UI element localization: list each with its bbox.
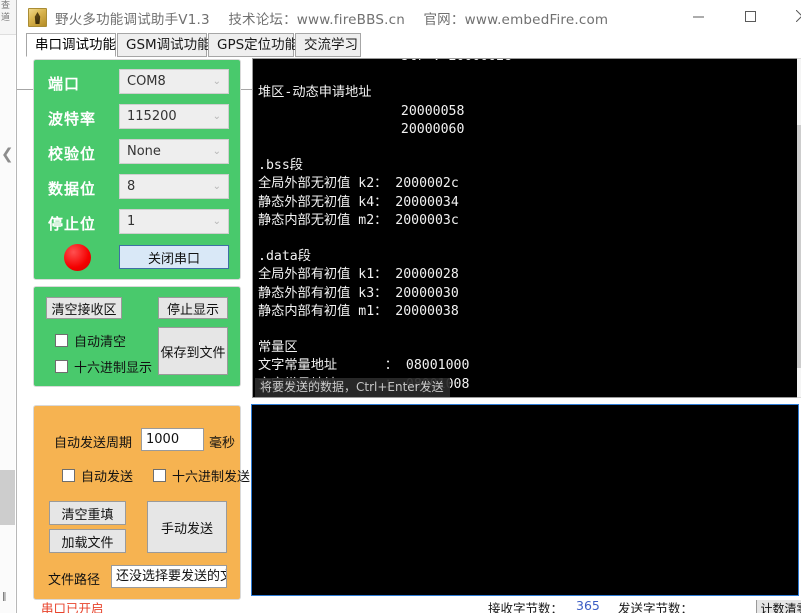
receive-scrollbar-thumb[interactable] xyxy=(797,125,801,368)
scroll-up-icon[interactable]: ⌃ xyxy=(797,59,801,76)
main-window: 野火多功能调试助手V1.3 技术论坛：www.fireBBS.cn 官网：www… xyxy=(16,0,801,613)
background-window-scrollbar-thumb[interactable] xyxy=(0,470,15,525)
clear-receive-button[interactable]: 清空接收区 xyxy=(46,297,122,319)
load-file-button[interactable]: 加载文件 xyxy=(49,529,126,553)
background-window-header: 查 道 xyxy=(0,0,17,35)
stopbits-select[interactable]: 1 ⌄ xyxy=(119,209,229,234)
auto-send-label: 自动发送 xyxy=(81,470,134,485)
receive-control-panel: 清空接收区 停止显示 自动清空 十六进制显示 保存到文件 xyxy=(33,286,241,387)
chevron-down-icon: ⌄ xyxy=(212,216,221,227)
chevron-down-icon: ⌄ xyxy=(212,76,221,87)
receive-textarea[interactable]: str : 20000028 堆区-动态申请地址 20000058 200000… xyxy=(252,58,799,398)
baudrate-select-value: 115200 xyxy=(127,109,177,124)
auto-send-period-label: 自动发送周期 xyxy=(54,436,133,451)
manual-send-button[interactable]: 手动发送 xyxy=(147,501,227,553)
website-label: 官网：www.embedFire.com xyxy=(423,12,609,28)
app-root: 查 道 ❮ ‖ 野火多功能调试助手V1.3 技术论坛：www.fireBBS.c… xyxy=(0,0,801,613)
stopbits-label: 停止位 xyxy=(48,215,97,233)
port-select-value: COM8 xyxy=(127,74,166,89)
file-path-input[interactable]: 还没选择要发送的文件 xyxy=(111,565,227,588)
databits-label: 数据位 xyxy=(48,180,97,198)
file-path-label: 文件路径 xyxy=(48,573,101,588)
tab-strip: 串口调试功能 GSM调试功能 GPS定位功能 交流学习 xyxy=(17,33,801,90)
scroll-down-icon[interactable]: ⌄ xyxy=(797,380,801,397)
app-logo-icon xyxy=(28,8,47,27)
receive-bytes-label: 接收字节数： xyxy=(488,601,564,613)
auto-clear-label: 自动清空 xyxy=(74,335,127,350)
titlebar: 野火多功能调试助手V1.3 技术论坛：www.fireBBS.cn 官网：www… xyxy=(17,0,801,34)
minimize-icon[interactable] xyxy=(675,0,721,32)
tab-gsm-debug[interactable]: GSM调试功能 xyxy=(117,33,211,57)
maximize-icon[interactable] xyxy=(727,0,773,32)
databits-select-value: 8 xyxy=(127,179,136,194)
hex-display-label: 十六进制显示 xyxy=(74,361,153,376)
stopbits-select-value: 1 xyxy=(127,214,136,229)
serial-config-panel: 端口 COM8 ⌄ 波特率 115200 ⌄ 校验位 None ⌄ 数据位 8 … xyxy=(33,59,241,280)
parity-select-value: None xyxy=(127,144,161,159)
checkbox-box-icon xyxy=(153,469,166,482)
background-window-footer: ‖ xyxy=(2,592,7,602)
toggle-serial-button[interactable]: 关闭串口 xyxy=(119,245,229,269)
checkbox-box-icon xyxy=(55,334,68,347)
background-window: 查 道 ❮ ‖ xyxy=(0,0,17,613)
auto-send-checkbox[interactable]: 自动发送 xyxy=(62,466,133,485)
background-window-scrollbar-track[interactable] xyxy=(0,35,15,613)
tab-gps-locate[interactable]: GPS定位功能 xyxy=(208,33,298,57)
hex-send-checkbox[interactable]: 十六进制发送 xyxy=(153,466,250,485)
receive-scrollbar[interactable]: ⌃ ⌄ xyxy=(797,58,801,398)
connection-status-led xyxy=(64,244,91,271)
chevron-down-icon: ⌄ xyxy=(212,146,221,157)
period-unit-label: 毫秒 xyxy=(209,436,236,451)
back-arrow-icon[interactable]: ❮ xyxy=(1,145,14,163)
connection-status-text: 串口已开启 xyxy=(41,601,104,613)
checkbox-box-icon xyxy=(55,360,68,373)
close-icon[interactable] xyxy=(779,0,801,32)
send-control-panel: 自动发送周期 1000 毫秒 自动发送 十六进制发送 清空重填 加载文件 手动发… xyxy=(33,405,250,600)
background-window-text-2: 道 xyxy=(1,13,11,23)
hex-display-checkbox[interactable]: 十六进制显示 xyxy=(55,357,152,376)
databits-select[interactable]: 8 ⌄ xyxy=(119,174,229,199)
window-title: 野火多功能调试助手V1.3 技术论坛：www.fireBBS.cn 官网：www… xyxy=(55,8,622,28)
tab-serial-debug[interactable]: 串口调试功能 xyxy=(26,33,116,57)
parity-label: 校验位 xyxy=(48,145,97,163)
save-to-file-button[interactable]: 保存到文件 xyxy=(158,327,228,375)
stop-display-button[interactable]: 停止显示 xyxy=(158,297,228,319)
tab-community[interactable]: 交流学习 xyxy=(295,33,361,57)
clear-refill-button[interactable]: 清空重填 xyxy=(49,501,126,525)
send-textarea[interactable] xyxy=(251,404,799,596)
forum-label: 技术论坛：www.fireBBS.cn xyxy=(228,12,405,28)
hex-send-label: 十六进制发送 xyxy=(172,470,251,485)
baudrate-label: 波特率 xyxy=(48,110,97,128)
port-select[interactable]: COM8 ⌄ xyxy=(119,69,229,94)
auto-clear-checkbox[interactable]: 自动清空 xyxy=(55,331,126,350)
chevron-down-icon: ⌄ xyxy=(212,181,221,192)
receive-bytes-value: 365 xyxy=(576,600,600,613)
send-bytes-label: 发送字节数： xyxy=(618,601,694,613)
reset-count-button[interactable]: 计数清零 xyxy=(756,600,801,613)
parity-select[interactable]: None ⌄ xyxy=(119,139,229,164)
chevron-down-icon: ⌄ xyxy=(212,111,221,122)
auto-send-period-input[interactable]: 1000 xyxy=(141,428,204,451)
statusbar: 串口已开启 接收字节数： 365 发送字节数： 计数清零 xyxy=(33,600,801,613)
baudrate-select[interactable]: 115200 ⌄ xyxy=(119,104,229,129)
background-window-text-1: 查 xyxy=(1,1,11,11)
port-label: 端口 xyxy=(48,75,81,93)
receive-text-content: str : 20000028 堆区-动态申请地址 20000058 200000… xyxy=(258,59,512,392)
checkbox-box-icon xyxy=(62,469,75,482)
send-area-tooltip: 将要发送的数据，Ctrl+Enter发送 xyxy=(255,378,450,397)
app-title-text: 野火多功能调试助手V1.3 xyxy=(55,12,210,28)
